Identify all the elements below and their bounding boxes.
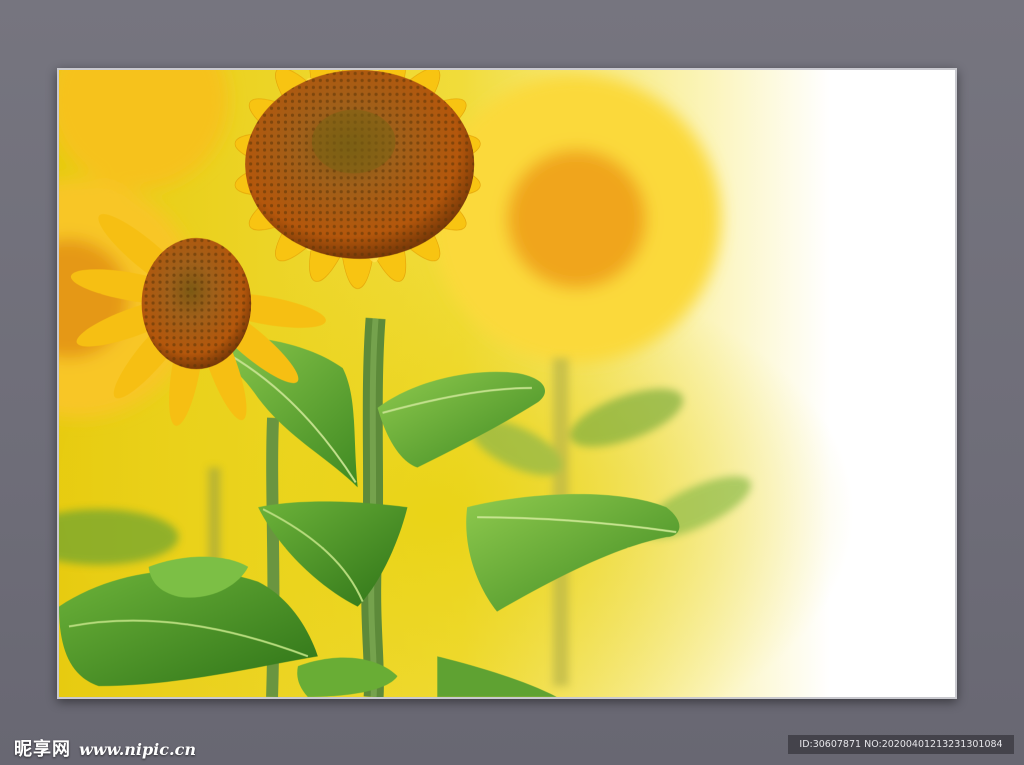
photo-frame	[57, 68, 957, 699]
sunflower-photo	[59, 70, 955, 697]
blurred-sunflower-right	[432, 74, 722, 364]
watermark-site-name: 昵享网	[14, 739, 71, 760]
watermark-logo: 昵享网 www.nipic.cn	[14, 735, 196, 760]
watermark-id-strip: ID:30607871 NO:20200401213231301084	[788, 735, 1014, 754]
watermark-url: www.nipic.cn	[79, 740, 196, 759]
